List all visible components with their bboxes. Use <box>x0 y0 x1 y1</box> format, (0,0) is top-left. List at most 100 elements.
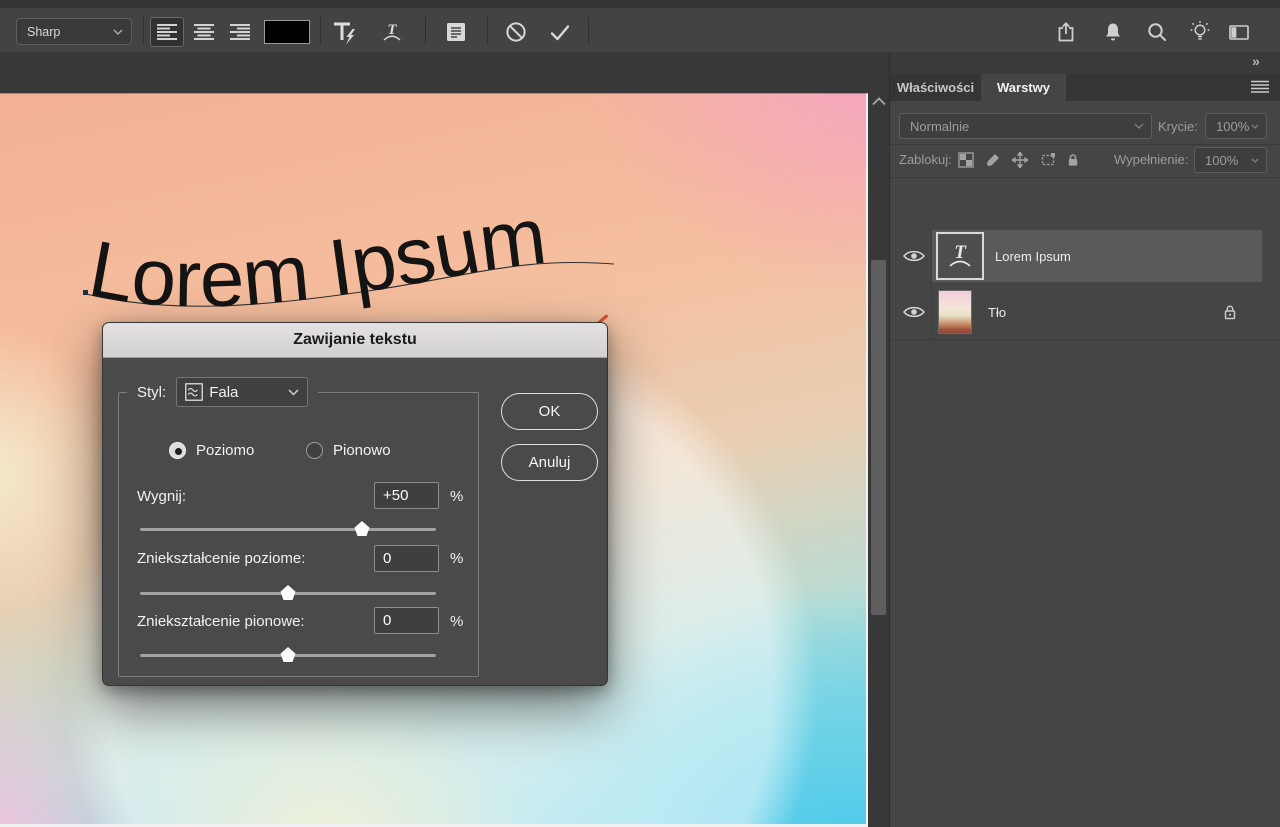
tab-warstwy[interactable]: Warstwy <box>981 74 1066 101</box>
layer-name[interactable]: Lorem Ipsum <box>995 249 1071 264</box>
text-color-swatch[interactable] <box>264 20 310 44</box>
share-button[interactable] <box>1051 18 1081 46</box>
panel-toggle-icon <box>1227 20 1251 44</box>
bend-label: Wygnij: <box>137 488 186 505</box>
lock-position-icon <box>1012 152 1028 168</box>
layer-thumbnail-image[interactable] <box>938 290 972 334</box>
h-distort-slider[interactable] <box>140 584 436 600</box>
vertical-scrollbar-thumb[interactable] <box>871 260 886 615</box>
lock-transparency-icon <box>958 152 974 168</box>
v-distort-unit: % <box>450 613 463 630</box>
align-left-icon <box>157 24 177 40</box>
lock-all-button[interactable] <box>1064 151 1081 168</box>
fill-dropdown[interactable]: 100% <box>1194 147 1267 173</box>
layer-visibility-toggle[interactable] <box>903 248 925 263</box>
lock-label: Zablokuj: <box>899 152 952 167</box>
lock-transparency-button[interactable] <box>957 151 974 168</box>
layer-visibility-toggle[interactable] <box>903 304 925 319</box>
divider <box>320 17 321 45</box>
tab-label: Właściwości <box>897 80 974 95</box>
panel-top-strip <box>890 52 1280 74</box>
hamburger-icon <box>1251 80 1269 94</box>
photoshop-app: Sharp T <box>0 0 1280 827</box>
tab-wlasciwosci[interactable]: Właściwości <box>890 74 981 101</box>
warp-text-button[interactable]: T <box>377 18 407 46</box>
scroll-up-arrow[interactable] <box>871 96 887 106</box>
opacity-dropdown[interactable]: 100% <box>1205 113 1267 139</box>
align-left-button[interactable] <box>150 17 184 47</box>
warp-text-dialog: Zawijanie tekstu Styl: Fala OK Anuluj Po… <box>102 322 608 686</box>
eye-column-divider <box>931 230 932 339</box>
warp-text-icon: T <box>943 239 977 273</box>
tab-label: Warstwy <box>997 80 1050 95</box>
lock-all-icon <box>1065 152 1081 168</box>
h-distort-unit: % <box>450 550 463 567</box>
chevron-down-icon <box>1134 123 1144 129</box>
eye-icon <box>903 249 925 263</box>
lock-artboard-icon <box>1040 152 1056 168</box>
lock-position-button[interactable] <box>1011 151 1028 168</box>
v-distort-input[interactable] <box>374 607 439 634</box>
bend-input[interactable] <box>374 482 439 509</box>
svg-text:Lorem Ipsum: Lorem Ipsum <box>83 191 551 324</box>
slider-thumb[interactable] <box>281 647 296 662</box>
ok-button[interactable]: OK <box>501 393 598 430</box>
style-value: Fala <box>209 384 238 401</box>
panel-toggle-button[interactable] <box>1224 18 1254 46</box>
panel-menu-button[interactable] <box>1251 80 1269 94</box>
canvas-text[interactable]: Lorem Ipsum <box>83 191 551 324</box>
cancel-icon <box>504 20 528 44</box>
align-right-icon <box>230 24 250 40</box>
bell-button[interactable] <box>1098 18 1128 46</box>
bell-icon <box>1101 20 1125 44</box>
dialog-title[interactable]: Zawijanie tekstu <box>103 323 607 358</box>
radio-vertical-label[interactable]: Pionowo <box>333 442 391 459</box>
cancel-button[interactable] <box>501 18 531 46</box>
radio-horizontal-label[interactable]: Poziomo <box>196 442 254 459</box>
divider <box>588 17 589 45</box>
divider <box>487 17 488 45</box>
options-bar: Sharp T <box>0 8 1280 53</box>
opacity-label: Krycie: <box>1158 119 1198 134</box>
slider-thumb[interactable] <box>355 521 370 536</box>
layer-thumbnail-text[interactable]: T <box>936 232 984 280</box>
align-right-button[interactable] <box>223 17 257 47</box>
v-distort-label: Zniekształcenie pionowe: <box>137 613 305 630</box>
slider-thumb[interactable] <box>281 585 296 600</box>
panel-overflow-chevrons[interactable]: » <box>1252 53 1276 69</box>
layer-lock-badge <box>1221 302 1238 321</box>
fill-label: Wypełnienie: <box>1114 152 1188 167</box>
lock-artboard-button[interactable] <box>1039 151 1056 168</box>
warp-style-dropdown[interactable]: Fala <box>176 377 308 407</box>
search-button[interactable] <box>1142 18 1172 46</box>
align-center-button[interactable] <box>187 17 221 47</box>
divider <box>143 17 144 45</box>
lightbulb-button[interactable] <box>1185 18 1215 46</box>
commit-button[interactable] <box>545 18 575 46</box>
panels-toggle-button[interactable] <box>441 18 471 46</box>
antialias-dropdown[interactable]: Sharp <box>16 18 132 45</box>
svg-text:T: T <box>954 242 967 263</box>
radio-horizontal[interactable] <box>169 442 186 459</box>
slider-track[interactable] <box>140 528 436 531</box>
v-distort-slider[interactable] <box>140 646 436 662</box>
panels-toggle-icon <box>444 20 468 44</box>
chevron-down-icon <box>113 29 123 35</box>
radio-vertical[interactable] <box>306 442 323 459</box>
chevron-down-icon <box>288 389 299 396</box>
layers-divider <box>890 339 1280 340</box>
fill-value: 100% <box>1205 153 1238 168</box>
layer-name[interactable]: Tło <box>988 305 1006 320</box>
lock-paint-button[interactable] <box>984 151 1001 168</box>
opacity-value: 100% <box>1216 119 1249 134</box>
style-row: Styl: Fala <box>127 377 318 407</box>
commit-icon <box>548 20 572 44</box>
h-distort-input[interactable] <box>374 545 439 572</box>
faux-styles-button[interactable] <box>329 18 359 46</box>
blend-mode-dropdown[interactable]: Normalnie <box>899 113 1152 139</box>
faux-styles-icon <box>331 19 357 45</box>
cancel-button[interactable]: Anuluj <box>501 444 598 481</box>
search-icon <box>1145 20 1169 44</box>
warp-text-icon: T <box>379 19 405 45</box>
bend-slider[interactable] <box>140 520 436 536</box>
